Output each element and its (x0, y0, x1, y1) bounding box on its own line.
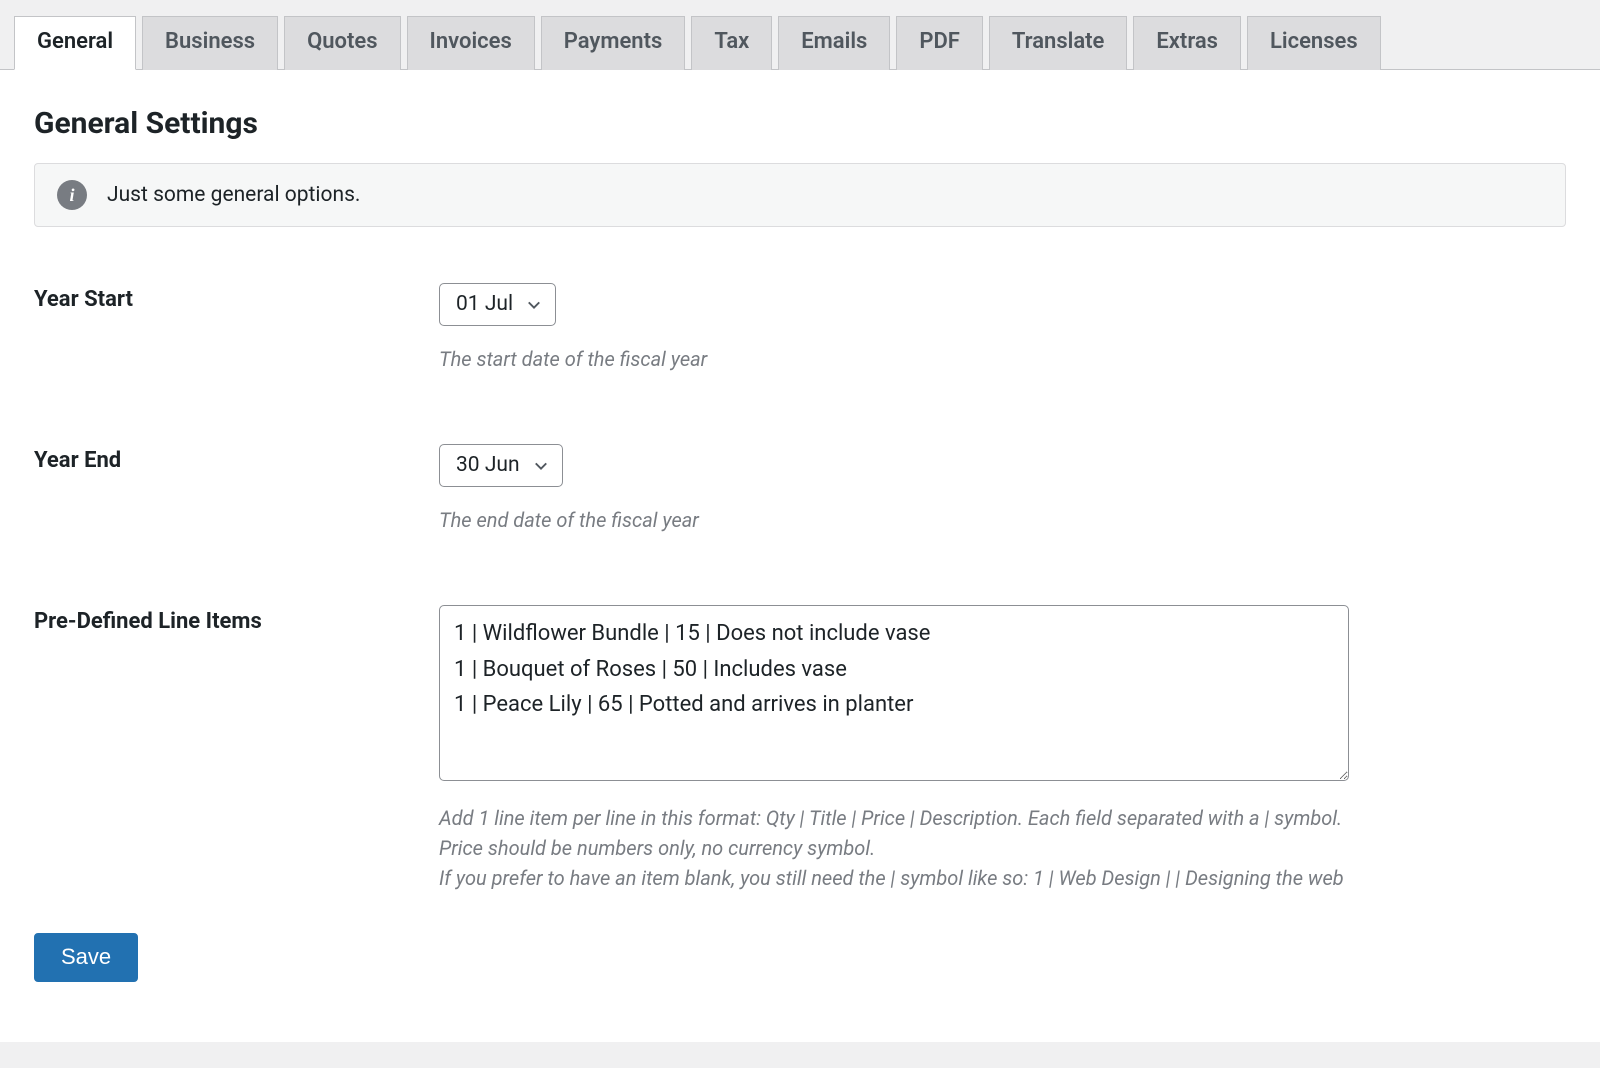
app-wrap: General Business Quotes Invoices Payment… (0, 0, 1600, 1068)
line-items-textarea[interactable] (439, 605, 1349, 781)
year-start-description: The start date of the fiscal year (439, 344, 1566, 374)
chevron-down-icon (534, 459, 548, 473)
label-year-start: Year Start (34, 283, 439, 312)
field-line-items: Add 1 line item per line in this format:… (439, 605, 1566, 893)
notice-text: Just some general options. (107, 183, 360, 207)
page-title: General Settings (34, 106, 1566, 141)
tab-payments[interactable]: Payments (541, 16, 686, 70)
row-year-start: Year Start 01 Jul The start date of the … (34, 283, 1566, 374)
row-line-items: Pre-Defined Line Items Add 1 line item p… (34, 605, 1566, 893)
tab-invoices[interactable]: Invoices (407, 16, 535, 70)
tab-quotes[interactable]: Quotes (284, 16, 400, 70)
chevron-down-icon (527, 298, 541, 312)
notice-box: i Just some general options. (34, 163, 1566, 227)
tab-emails[interactable]: Emails (778, 16, 890, 70)
year-end-description: The end date of the fiscal year (439, 505, 1566, 535)
tab-translate[interactable]: Translate (989, 16, 1128, 70)
line-items-description: Add 1 line item per line in this format:… (439, 803, 1566, 893)
tab-extras[interactable]: Extras (1133, 16, 1241, 70)
line-items-desc-line-1: Add 1 line item per line in this format:… (439, 803, 1566, 833)
save-button[interactable]: Save (34, 933, 138, 981)
row-year-end: Year End 30 Jun The end date of the fisc… (34, 444, 1566, 535)
label-line-items: Pre-Defined Line Items (34, 605, 439, 634)
tab-licenses[interactable]: Licenses (1247, 16, 1381, 70)
settings-panel: General Settings i Just some general opt… (0, 70, 1600, 1042)
tabs-nav: General Business Quotes Invoices Payment… (0, 0, 1600, 70)
info-icon: i (57, 180, 87, 210)
tab-tax[interactable]: Tax (691, 16, 772, 70)
submit-row: Save (34, 933, 1566, 981)
line-items-desc-line-3: If you prefer to have an item blank, you… (439, 863, 1566, 893)
tab-general[interactable]: General (14, 16, 136, 70)
year-end-value: 30 Jun (456, 453, 520, 478)
year-start-select[interactable]: 01 Jul (439, 283, 556, 326)
tab-business[interactable]: Business (142, 16, 278, 70)
year-end-select[interactable]: 30 Jun (439, 444, 563, 487)
year-start-value: 01 Jul (456, 292, 513, 317)
field-year-start: 01 Jul The start date of the fiscal year (439, 283, 1566, 374)
tab-pdf[interactable]: PDF (896, 16, 983, 70)
line-items-desc-line-2: Price should be numbers only, no currenc… (439, 833, 1566, 863)
label-year-end: Year End (34, 444, 439, 473)
field-year-end: 30 Jun The end date of the fiscal year (439, 444, 1566, 535)
